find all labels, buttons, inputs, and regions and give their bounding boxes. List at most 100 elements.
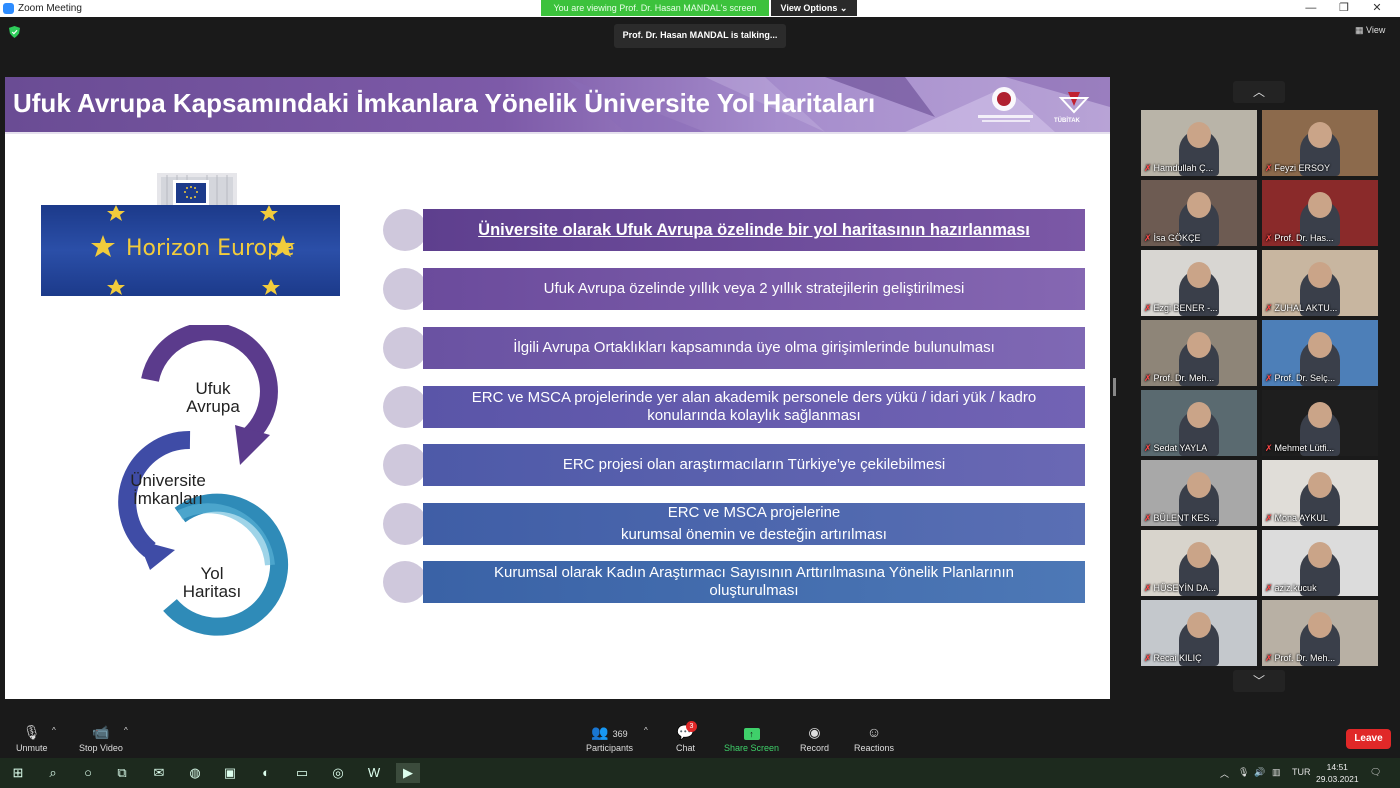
participant-name-label: ✗ ZUHAL AKTU... <box>1265 303 1337 314</box>
participant-name: Recai KILIÇ <box>1153 653 1202 663</box>
participant-tile[interactable]: ✗ Prof. Dr. Selç... <box>1262 320 1378 386</box>
stop-video-label: Stop Video <box>79 743 123 753</box>
item-line: ERC ve MSCA projelerinde yer alan akadem… <box>471 389 1037 406</box>
participants-button[interactable]: 👥 369 Participants <box>586 724 633 753</box>
participant-video-head <box>1308 122 1332 148</box>
edge-icon[interactable]: ◐ <box>254 763 278 783</box>
word-icon[interactable]: W <box>362 763 386 783</box>
participant-tile[interactable]: ✗ Feyzi ERSOY <box>1262 110 1378 176</box>
chrome-icon[interactable]: ◎ <box>326 763 350 783</box>
item-text: ERC projesi olan araştırmacıların Türkiy… <box>423 444 1085 486</box>
chat-unread-badge: 3 <box>686 721 697 732</box>
cycle-label-yol: Yol Haritası <box>177 565 247 601</box>
participant-video-head <box>1308 402 1332 428</box>
participant-name-label: ✗ Prof. Dr. Selç... <box>1265 373 1335 384</box>
cycle-label-ufuk: Ufuk Avrupa <box>178 380 248 416</box>
zoom-taskbar-icon[interactable]: ▶ <box>396 763 420 783</box>
participant-name: Sedat YAYLA <box>1153 443 1208 453</box>
participant-tile[interactable]: ✗ İsa GÖKÇE <box>1141 180 1257 246</box>
share-screen-label: Share Screen <box>724 743 780 753</box>
close-button[interactable]: ✕ <box>1362 1 1392 14</box>
unmute-button[interactable]: 🎙 Unmute <box>16 724 48 753</box>
caret-up-icon: ^ <box>124 726 128 735</box>
participant-name-label: ✗ aziz.kucuk <box>1265 583 1317 594</box>
slide-title: Ufuk Avrupa Kapsamındaki İmkanlara Yönel… <box>13 88 876 118</box>
minimize-button[interactable]: — <box>1296 2 1326 14</box>
cycle-label-universite: Üniversite İmkanları <box>118 472 218 508</box>
microphone-tray-icon[interactable]: 🎙 <box>1238 767 1249 778</box>
participant-tile[interactable]: ✗ Recai KILIÇ <box>1141 600 1257 666</box>
taskbar-clock[interactable]: 14:51 29.03.2021 <box>1316 761 1359 785</box>
cortana-icon[interactable]: ○ <box>76 763 100 783</box>
panel-resize-handle[interactable] <box>1113 378 1116 396</box>
participant-video-head <box>1187 192 1211 218</box>
share-screen-icon: ↑ <box>724 724 779 740</box>
participants-label: Participants <box>586 743 634 753</box>
notifications-icon[interactable]: 🗨 <box>1370 767 1381 778</box>
shield-icon[interactable] <box>9 26 20 38</box>
participant-tile[interactable]: ✗ BÜLENT KES... <box>1141 460 1257 526</box>
caret-up-icon: ^ <box>644 726 648 735</box>
store-icon[interactable]: ▣ <box>218 763 242 783</box>
slide-item-1: Üniversite olarak Ufuk Avrupa özelinde b… <box>383 209 1085 251</box>
participant-tile[interactable]: ✗ Mona AYKUL <box>1262 460 1378 526</box>
leave-meeting-button[interactable]: Leave <box>1346 729 1391 749</box>
caret-up-icon: ^ <box>52 726 56 735</box>
participant-tile[interactable]: ✗ Ezgi BENER -... <box>1141 250 1257 316</box>
network-icon[interactable]: ▥ <box>1272 767 1281 778</box>
chevron-up-icon: ︿ <box>1252 85 1265 99</box>
participant-tile[interactable]: ✗ Prof. Dr. Meh... <box>1141 320 1257 386</box>
file-explorer-icon[interactable]: ▭ <box>290 763 314 783</box>
stop-video-button[interactable]: 📹 Stop Video <box>79 724 123 753</box>
participant-tile[interactable]: ✗ Hamdullah Ç... <box>1141 110 1257 176</box>
participants-options-caret[interactable]: ^ <box>644 726 648 735</box>
participant-tile[interactable]: ✗ ZUHAL AKTU... <box>1262 250 1378 316</box>
reactions-button[interactable]: ☺ Reactions <box>854 724 894 753</box>
language-indicator[interactable]: TUR <box>1292 767 1311 777</box>
screen-share-banner: You are viewing Prof. Dr. Hasan MANDAL's… <box>541 0 769 16</box>
gallery-scroll-down-button[interactable]: ﹀ <box>1233 670 1285 692</box>
muted-microphone-icon: 🎙 <box>22 724 41 740</box>
muted-microphone-icon: ✗ <box>1144 653 1152 663</box>
unmute-label: Unmute <box>16 743 48 753</box>
participant-tile[interactable]: ✗ HÜSEYİN DA... <box>1141 530 1257 596</box>
participant-tile[interactable]: ✗ Prof. Dr. Meh... <box>1262 600 1378 666</box>
participant-tile[interactable]: ✗ Sedat YAYLA <box>1141 390 1257 456</box>
view-options-button[interactable]: View Options ⌄ <box>771 0 857 16</box>
windows-start-icon[interactable]: ⊞ <box>6 763 30 783</box>
muted-microphone-icon: ✗ <box>1265 163 1273 173</box>
participant-video-head <box>1187 612 1211 638</box>
participant-name: Mehmet Lütfi... <box>1274 443 1335 453</box>
video-camera-icon: 📹 <box>92 724 110 740</box>
mail-icon[interactable]: ✉ <box>147 763 171 783</box>
share-screen-button[interactable]: ↑ Share Screen <box>724 724 779 753</box>
tubitak-logo-text: TÜBİTAK <box>1054 118 1080 124</box>
muted-microphone-icon: ✗ <box>1144 303 1152 313</box>
cycle-label-line: İmkanları <box>133 489 203 508</box>
video-options-caret[interactable]: ^ <box>124 726 128 735</box>
window-title: Zoom Meeting <box>18 3 82 14</box>
participant-name: ZUHAL AKTU... <box>1274 303 1338 313</box>
participant-tile[interactable]: ✗ aziz.kucuk <box>1262 530 1378 596</box>
chevron-down-icon: ﹀ <box>1252 674 1265 688</box>
participant-tile[interactable]: ✗ Mehmet Lütfi... <box>1262 390 1378 456</box>
item-line: Kurumsal olarak Kadın Araştırmacı Sayısı… <box>494 564 1014 581</box>
participant-name-label: ✗ Hamdullah Ç... <box>1144 163 1213 174</box>
view-layout-button[interactable]: ▦ View <box>1355 25 1385 36</box>
tray-expand-icon[interactable]: ︿ <box>1220 767 1229 780</box>
chat-button[interactable]: 💬 3 Chat <box>676 721 697 753</box>
firefox-icon[interactable]: ◍ <box>183 763 207 783</box>
search-icon[interactable]: ⌕ <box>41 763 65 783</box>
record-button[interactable]: ◉ Record <box>800 724 829 753</box>
participant-name: Prof. Dr. Selç... <box>1274 373 1336 383</box>
volume-icon[interactable]: 🔊 <box>1254 767 1265 778</box>
horizon-europe-banner: Horizon Europe <box>41 205 340 296</box>
participant-tile[interactable]: ✗ Prof. Dr. Has... <box>1262 180 1378 246</box>
muted-microphone-icon: ✗ <box>1144 513 1152 523</box>
chat-label: Chat <box>676 743 696 753</box>
task-view-icon[interactable]: ⧉ <box>110 763 134 783</box>
audio-options-caret[interactable]: ^ <box>52 726 56 735</box>
gallery-scroll-up-button[interactable]: ︿ <box>1233 81 1285 103</box>
restore-button[interactable]: ❐ <box>1329 1 1359 14</box>
cycle-label-line: Ufuk <box>195 379 231 398</box>
